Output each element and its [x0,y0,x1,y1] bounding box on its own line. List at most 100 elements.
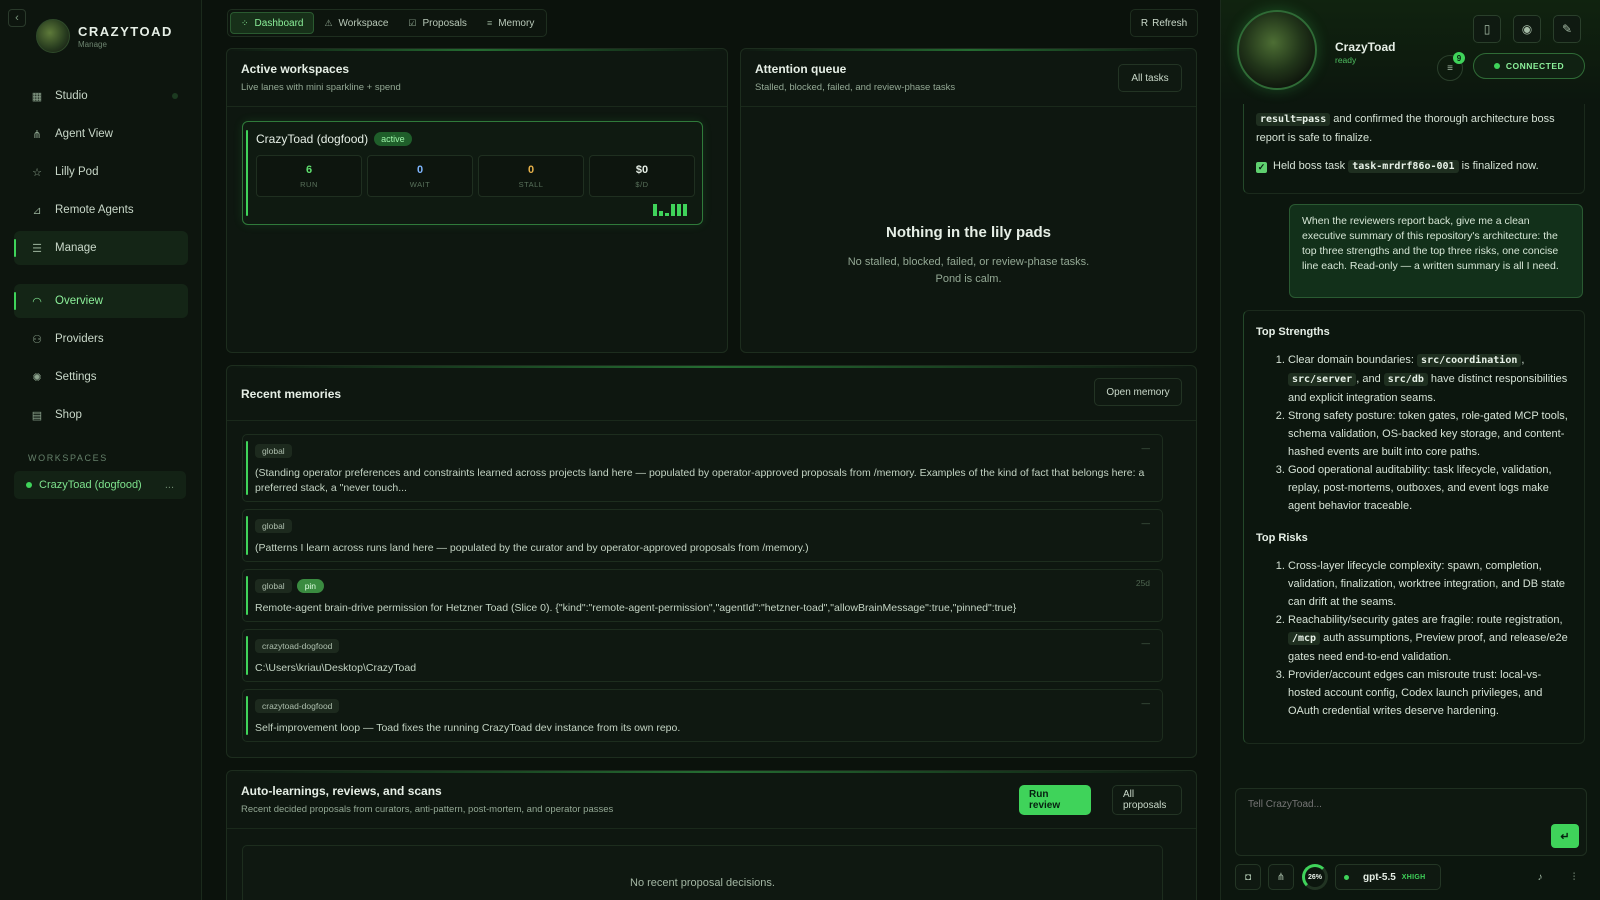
camera-icon[interactable]: ◘ [1235,864,1261,890]
waveform-icon[interactable]: ⫶ [1561,864,1587,890]
toad-logo [36,19,70,53]
memory-age: — [1141,443,1151,453]
sidebar-item-providers[interactable]: ⚇ Providers [14,322,188,356]
strengths-list: Clear domain boundaries: src/coordinatio… [1256,351,1572,515]
assistant-message: result=pass and confirmed the thorough a… [1243,104,1585,194]
sparkline [653,204,687,216]
connection-status[interactable]: CONNECTED [1473,53,1585,79]
refresh-button[interactable]: R Refresh [1130,9,1198,37]
sidebar-item-studio[interactable]: ▦ Studio [14,79,188,113]
run-review-button[interactable]: Run review [1019,785,1091,815]
sidebar-workspace-item[interactable]: CrazyToad (dogfood) ... [14,471,186,499]
sidebar-item-label: Providers [55,333,104,345]
workspace-card[interactable]: CrazyToad (dogfood) active 6 RUN 0 WAIT 0 S… [242,121,703,225]
document-icon[interactable]: ▯ [1473,15,1501,43]
agent-name: CrazyToad [1335,40,1396,54]
sidebar-item-settings[interactable]: ✺ Settings [14,360,188,394]
sliders-icon: ☰ [32,242,42,255]
active-workspaces-panel: Active workspaces Live lanes with mini s… [226,48,728,353]
composer-toolbar: ◘ ⋔ 26% gpt-5.5 XHIGH ♪ ⫶ [1235,864,1587,890]
stat-value: 0 [527,164,535,176]
tab-memory[interactable]: ≡ Memory [477,12,544,34]
wrench-icon[interactable]: ✎ [1553,15,1581,43]
brand[interactable]: CRAZYTOAD Manage [36,19,173,53]
open-memory-button[interactable]: Open memory [1094,378,1182,406]
memory-text: Self-improvement loop — Toad fixes the r… [255,722,681,734]
message-input[interactable] [1248,799,1528,810]
agent-icon[interactable]: ⋔ [1268,864,1294,890]
stat-spend: $0 $/D [589,155,695,197]
status-dot [1493,63,1500,69]
more-icon[interactable]: ... [165,479,174,491]
list-icon: ≡ [486,18,493,28]
all-proposals-button[interactable]: All proposals [1112,785,1182,815]
tab-proposals[interactable]: ☑ Proposals [398,12,477,34]
recent-memories-panel: Recent memories Open memory global — (St… [226,365,1197,758]
microphone-icon[interactable]: ♪ [1527,864,1553,890]
users-icon: ⚇ [32,333,42,346]
collapse-sidebar-button[interactable]: ‹ [8,9,26,27]
sidebar-item-shop[interactable]: ▤ Shop [14,398,188,432]
workspace-icon: ⚠ [324,17,333,28]
checkbox-icon: ☑ [408,17,417,28]
tab-workspace[interactable]: ⚠ Workspace [314,12,398,34]
chevron-left-icon: ‹ [15,12,19,24]
sidebar-item-label: Agent View [55,128,113,140]
pin-badge: pin [296,579,325,593]
chat-panel: CrazyToad ready ▯ ◉ ✎ ≡ 9 CONNECTED resu… [1220,0,1600,900]
assistant-message: Top Strengths Clear domain boundaries: s… [1243,310,1585,744]
memory-item[interactable]: global — (Standing operator preferences … [242,434,1163,502]
memory-list: global — (Standing operator preferences … [242,434,1163,749]
all-tasks-button[interactable]: All tasks [1118,64,1182,92]
attention-queue-panel: Attention queue Stalled, blocked, failed… [740,48,1197,353]
memory-text: (Patterns I learn across runs land here … [255,542,809,554]
send-button[interactable]: ↵ [1551,824,1579,848]
empty-state: Nothing in the lily pads No stalled, blo… [741,224,1196,288]
panel-title: Recent memories [241,387,342,401]
sidebar-item-label: Overview [55,295,103,307]
inline-code: src/db [1383,373,1428,386]
message-composer: ↵ [1235,788,1587,856]
sidebar-item-agent-view[interactable]: ⋔ Agent View [14,117,188,151]
stat-value: $0 [635,164,649,176]
context-usage-ring[interactable]: 26% [1302,864,1328,890]
panel-title: Active workspaces [241,62,350,76]
workspaces-heading: WORKSPACES [28,453,108,463]
view-tabs: ⁘ Dashboard ⚠ Workspace ☑ Proposals ≡ Memory [227,9,548,37]
scope-tag: crazytoad-dogfood [255,699,340,713]
memory-text: Remote-agent brain-drive permission for … [255,602,1017,614]
gauge-icon: ◠ [32,295,42,308]
connection-label: CONNECTED [1505,61,1565,71]
stat-label: STALL [518,180,544,189]
sidebar-item-label: Remote Agents [55,204,134,216]
memory-item[interactable]: global — (Patterns I learn across runs l… [242,509,1163,562]
list-icon: ≡ [1447,62,1453,74]
scope-tag: global [255,579,292,593]
memory-item[interactable]: crazytoad-dogfood — Self-improvement loo… [242,689,1163,742]
eye-icon[interactable]: ◉ [1513,15,1541,43]
check-icon: ✓ [1256,162,1267,173]
empty-text: Pond is calm. [935,273,1002,285]
sidebar-item-lilly-pod[interactable]: ☆ Lilly Pod [14,155,188,189]
sidebar-item-remote-agents[interactable]: ⊿ Remote Agents [14,193,188,227]
memory-item[interactable]: crazytoad-dogfood — C:\Users\kriau\Deskt… [242,629,1163,682]
scope-tag: global [255,519,292,533]
status-dot [26,482,32,488]
tab-dashboard[interactable]: ⁘ Dashboard [230,12,315,34]
list-item: Provider/account edges can misroute trus… [1288,666,1572,720]
agent-status: ready [1335,55,1357,65]
model-selector[interactable]: gpt-5.5 XHIGH [1335,864,1441,890]
notifications-button[interactable]: ≡ 9 [1437,52,1465,81]
refresh-label: Refresh [1152,17,1188,29]
list-item: Clear domain boundaries: src/coordinatio… [1288,351,1572,407]
sidebar-item-label: Shop [55,409,82,421]
chat-header: CrazyToad ready ▯ ◉ ✎ ≡ 9 CONNECTED [1221,0,1600,104]
chat-transcript: result=pass and confirmed the thorough a… [1221,104,1600,744]
avatar[interactable] [1237,10,1317,90]
workspace-name: CrazyToad (dogfood) [39,479,142,491]
sidebar-item-manage[interactable]: ☰ Manage [14,231,188,265]
sidebar-item-overview[interactable]: ◠ Overview [14,284,188,318]
workspace-card-title: CrazyToad (dogfood) [256,132,369,146]
memory-age: — [1141,518,1151,528]
memory-item[interactable]: global pin 25d Remote-agent brain-drive p… [242,569,1163,622]
